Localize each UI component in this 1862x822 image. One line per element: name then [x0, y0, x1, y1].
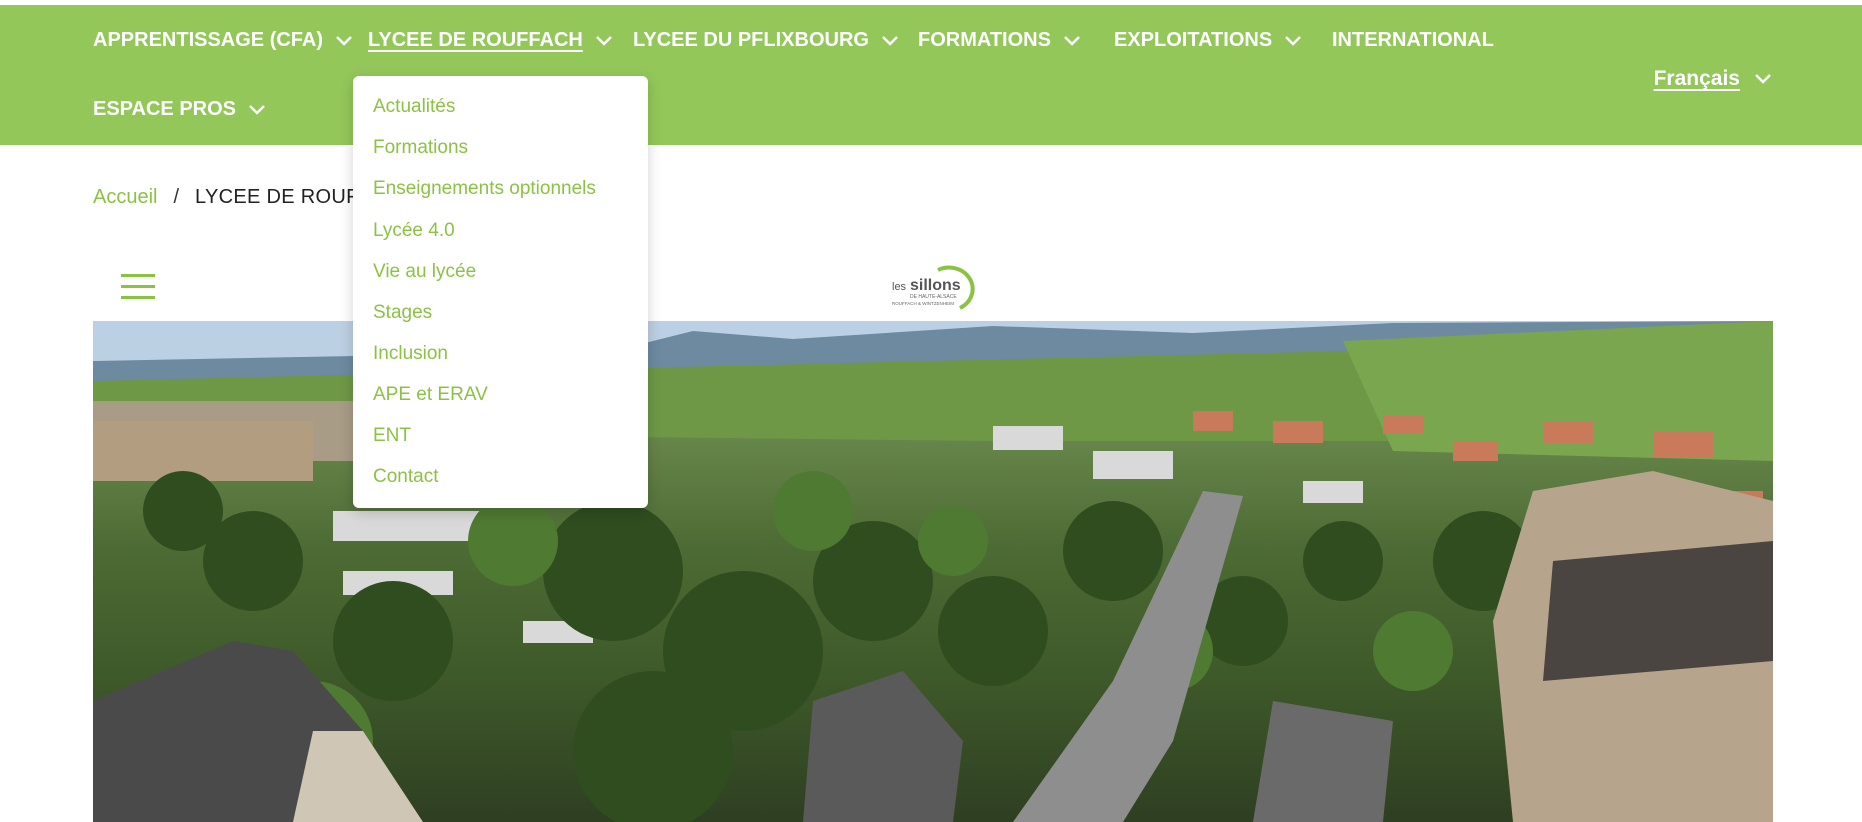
breadcrumb-separator: /: [173, 186, 180, 208]
dropdown-item-formations[interactable]: Formations: [373, 137, 468, 159]
dropdown-item-lycee-4-0[interactable]: Lycée 4.0: [373, 220, 455, 242]
chevron-down-icon: [595, 35, 612, 46]
chevron-down-icon: [249, 104, 265, 115]
chevron-down-icon: [882, 35, 898, 46]
dropdown-item-ape-erav[interactable]: APE et ERAV: [373, 384, 488, 406]
aerial-photo: [93, 321, 1773, 822]
hero-image: [93, 321, 1773, 822]
breadcrumb: Accueil / LYCEE DE ROUFF: [93, 186, 371, 209]
nav-item-formations[interactable]: FORMATIONS: [918, 29, 1081, 52]
logo-word-les: les: [892, 281, 907, 293]
chevron-down-icon: [336, 35, 352, 46]
language-selector[interactable]: Français: [1654, 67, 1772, 91]
top-navigation-bar: APPRENTISSAGE (CFA) LYCEE DE ROUFFACH LY…: [0, 5, 1862, 145]
nav-item-exploitations[interactable]: EXPLOITATIONS: [1114, 29, 1302, 52]
nav-item-international[interactable]: INTERNATIONAL: [1332, 29, 1494, 52]
nav-item-label: LYCEE DE ROUFFACH: [368, 29, 583, 51]
nav-item-label: FORMATIONS: [918, 29, 1051, 51]
dropdown-item-contact[interactable]: Contact: [373, 466, 438, 488]
nav-item-label: ESPACE PROS: [93, 98, 236, 120]
nav-item-label: LYCEE DU PFLIXBOURG: [633, 29, 869, 51]
chevron-down-icon: [1285, 35, 1302, 46]
nav-item-lycee-pflixbourg[interactable]: LYCEE DU PFLIXBOURG: [633, 29, 899, 52]
nav-item-label: APPRENTISSAGE (CFA): [93, 29, 324, 51]
logo-tagline-1: DE HAUTE-ALSACE: [910, 294, 957, 300]
breadcrumb-home-link[interactable]: Accueil: [93, 186, 157, 209]
nav-item-apprentissage[interactable]: APPRENTISSAGE (CFA): [93, 29, 353, 52]
dropdown-item-actualites[interactable]: Actualités: [373, 96, 455, 118]
logo: les sillons DE HAUTE-ALSACE ROUFFACH & W…: [892, 265, 975, 310]
nav-item-label: INTERNATIONAL: [1332, 29, 1494, 51]
dropdown-item-enseignements-optionnels[interactable]: Enseignements optionnels: [373, 178, 596, 200]
language-label: Français: [1653, 67, 1740, 90]
logo-word-sillons: sillons: [910, 277, 961, 294]
chevron-down-icon: [1064, 35, 1080, 46]
hamburger-icon[interactable]: [121, 274, 155, 300]
logo-tagline-2: ROUFFACH & WINTZENHEIM: [892, 301, 954, 306]
dropdown-item-inclusion[interactable]: Inclusion: [373, 343, 448, 365]
chevron-down-icon: [1755, 74, 1771, 84]
dropdown-item-vie-au-lycee[interactable]: Vie au lycée: [373, 261, 476, 283]
breadcrumb-current: LYCEE DE ROUFF: [195, 186, 372, 208]
dropdown-item-stages[interactable]: Stages: [373, 302, 432, 324]
nav-item-label: EXPLOITATIONS: [1114, 29, 1273, 51]
nav-item-lycee-rouffach[interactable]: LYCEE DE ROUFFACH: [368, 29, 613, 52]
dropdown-item-ent[interactable]: ENT: [373, 425, 411, 447]
nav-item-espace-pros[interactable]: ESPACE PROS: [93, 98, 266, 121]
lycee-rouffach-dropdown-menu: Actualités Formations Enseignements opti…: [353, 76, 648, 508]
